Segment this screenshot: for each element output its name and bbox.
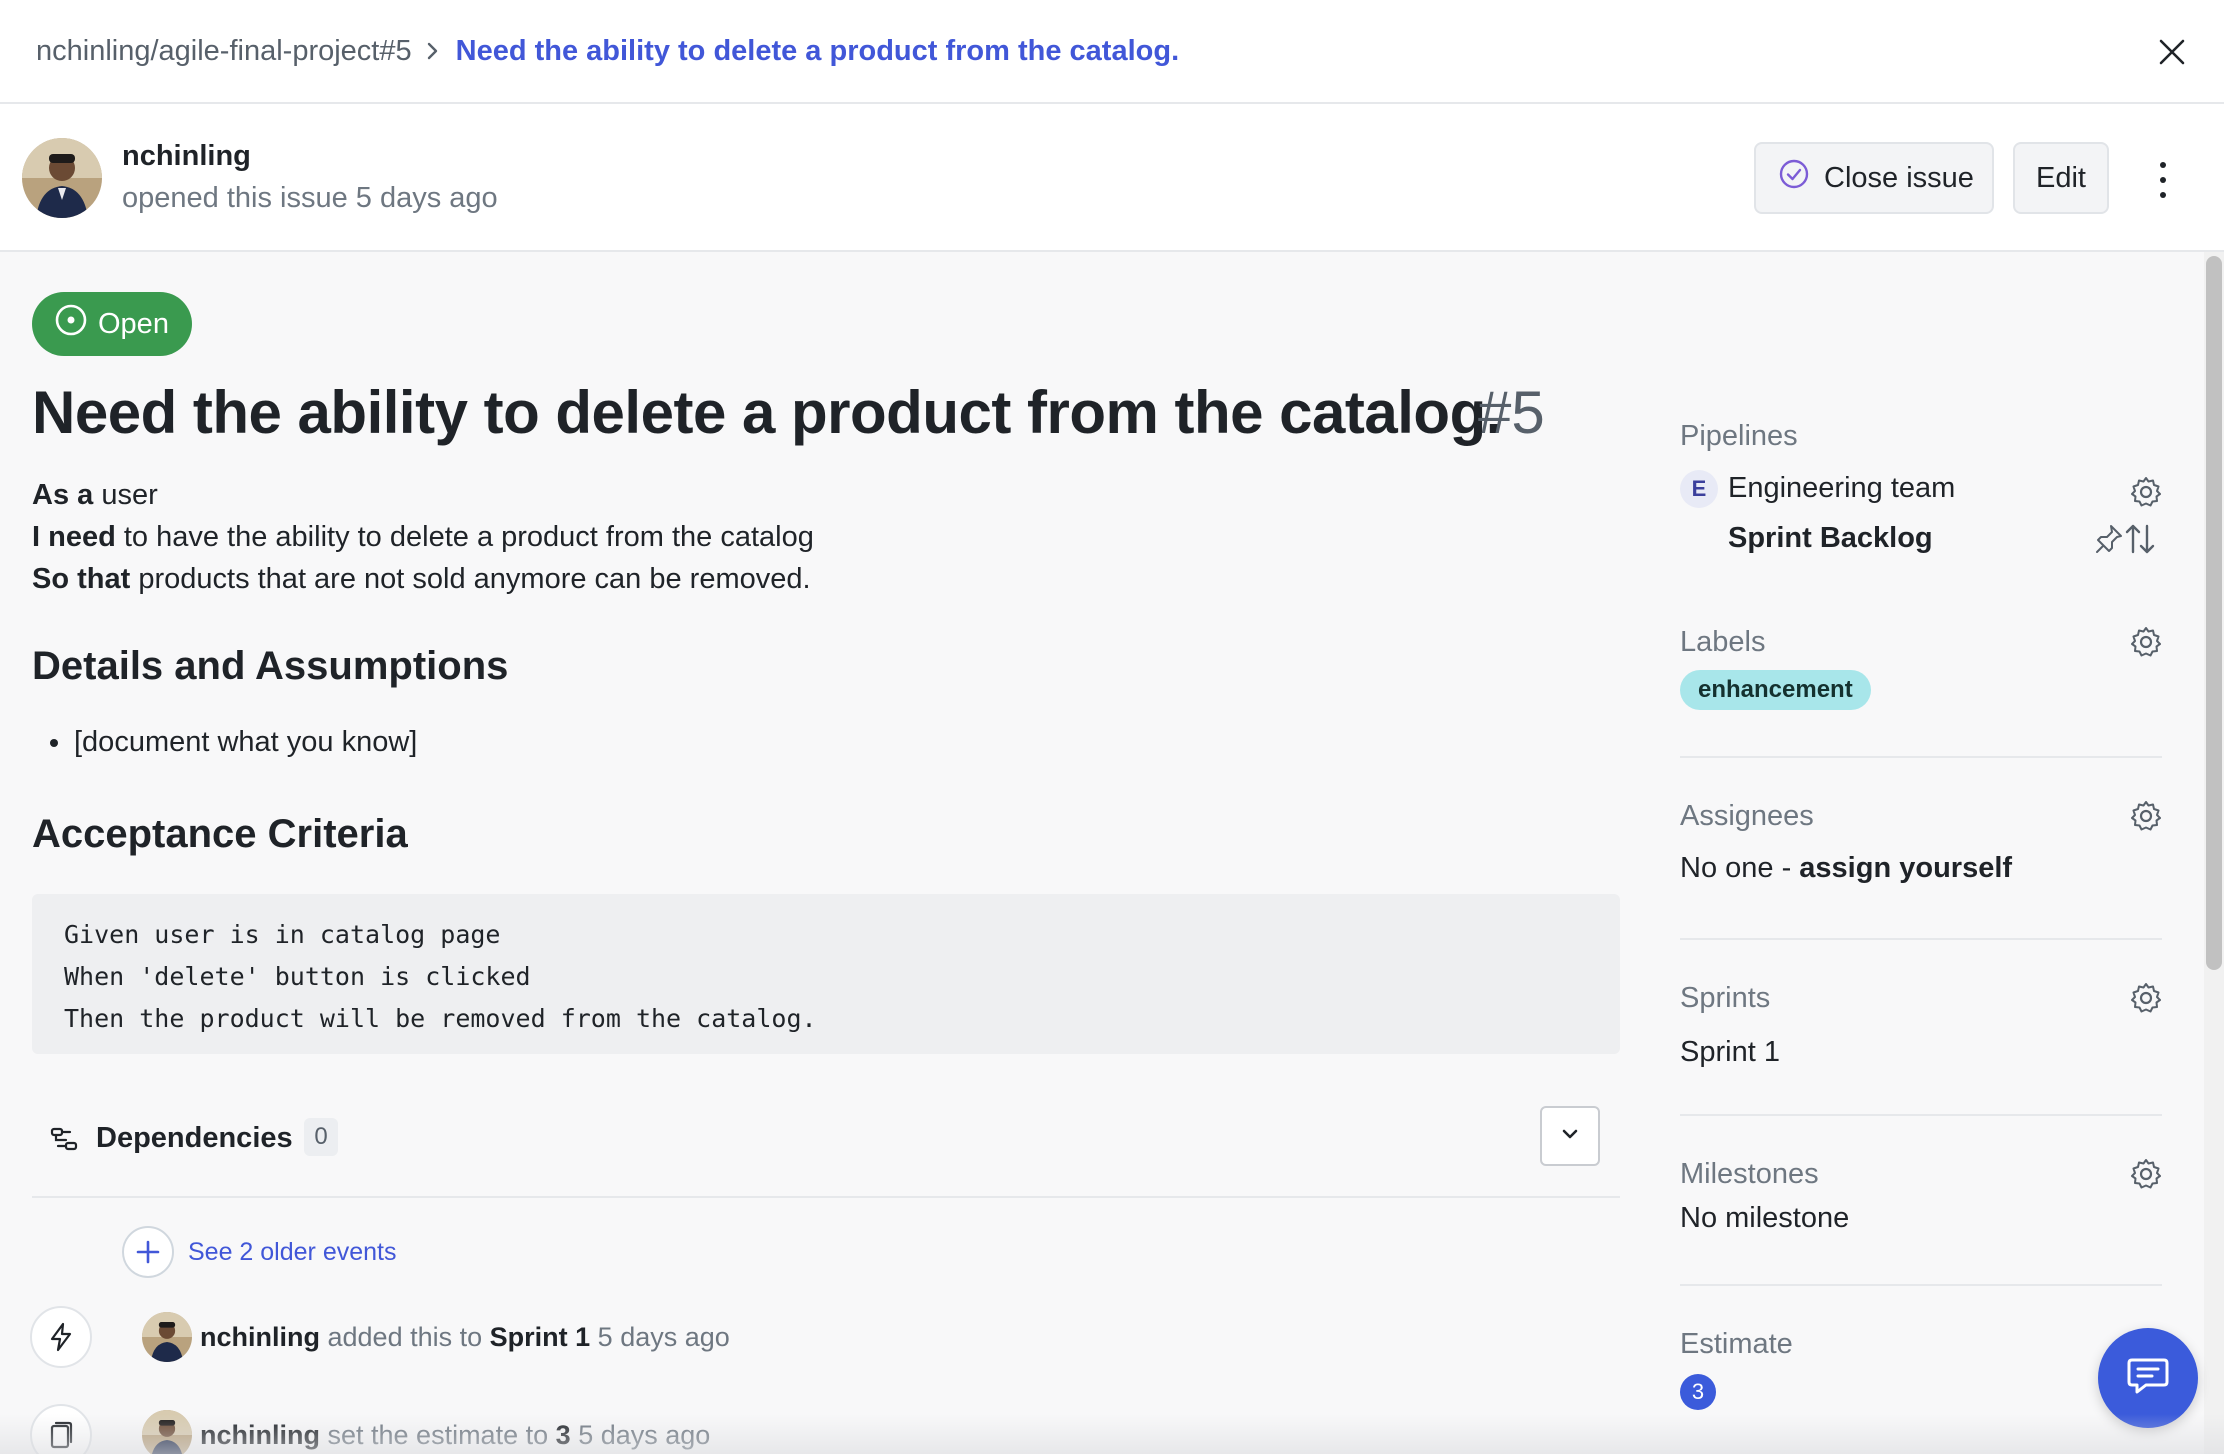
sidebar-divider [1680, 756, 2162, 758]
label-chip[interactable]: enhancement [1680, 670, 1871, 710]
issue-header: nchinling opened this issue 5 days ago C… [0, 104, 2224, 252]
code-line: Given user is in catalog page [64, 920, 501, 949]
milestones-title: Milestones [1680, 1158, 1819, 1190]
breadcrumb-bar: nchinling/agile-final-project#5 Need the… [0, 0, 2224, 104]
pipeline-team[interactable]: Engineering team [1728, 472, 1955, 505]
status-label: Open [98, 307, 169, 340]
opened-timestamp: opened this issue 5 days ago [122, 182, 498, 214]
user-story: As a user I need to have the ability to … [32, 474, 814, 600]
assign-yourself-link[interactable]: assign yourself [1799, 852, 2012, 884]
assignees-title: Assignees [1680, 800, 1814, 832]
dependencies-expand-button[interactable] [1540, 1106, 1600, 1166]
pipeline-stage[interactable]: Sprint Backlog [1728, 522, 1933, 555]
avatar[interactable] [142, 1312, 192, 1362]
details-heading: Details and Assumptions [32, 644, 509, 688]
dependencies-count: 0 [304, 1118, 338, 1156]
code-line: Then the product will be removed from th… [64, 1004, 817, 1033]
sidebar-divider [1680, 1284, 2162, 1286]
status-badge: Open [32, 292, 192, 356]
clipboard-icon [30, 1404, 92, 1454]
kebab-icon[interactable] [2148, 158, 2178, 202]
dependencies-label[interactable]: Dependencies [96, 1122, 293, 1155]
sprint-value[interactable]: Sprint 1 [1680, 1036, 1780, 1069]
lightning-icon [30, 1306, 92, 1368]
close-issue-button[interactable]: Close issue [1754, 142, 1994, 214]
estimate-badge[interactable]: 3 [1680, 1374, 1716, 1410]
bullet-dot [50, 738, 58, 747]
chat-icon [2126, 1355, 2170, 1402]
story-line: As a user [32, 479, 158, 511]
milestone-value: No milestone [1680, 1202, 1850, 1234]
labels-title: Labels [1680, 626, 1766, 658]
see-older-events-label: See 2 older events [188, 1237, 397, 1266]
issue-sidebar: Pipelines E Engineering team Sprint Back… [1680, 252, 2162, 1454]
story-line: I need to have the ability to delete a p… [32, 521, 814, 553]
chevron-down-icon [1561, 1127, 1579, 1145]
dependencies-section: Dependencies 0 [32, 1106, 1620, 1198]
issue-content: Open Need the ability to delete a produc… [0, 252, 2224, 1454]
event-text: nchinling added this to Sprint 1 5 days … [200, 1321, 730, 1352]
pipeline-workspace-badge: E [1680, 470, 1718, 508]
estimate-title: Estimate [1680, 1328, 1793, 1360]
pipeline-actions[interactable] [2094, 522, 2156, 561]
edit-button[interactable]: Edit [2013, 142, 2109, 214]
avatar[interactable] [22, 138, 102, 218]
gear-icon[interactable] [2128, 980, 2164, 1016]
sprints-title: Sprints [1680, 982, 1771, 1014]
story-line: So that products that are not sold anymo… [32, 563, 811, 595]
chevron-right-icon [426, 41, 440, 61]
timeline-event: nchinling added this to Sprint 1 5 days … [30, 1306, 730, 1368]
acceptance-heading: Acceptance Criteria [32, 812, 408, 856]
avatar[interactable] [142, 1410, 192, 1454]
pin-icon[interactable] [2094, 523, 2124, 560]
author-name[interactable]: nchinling [122, 140, 251, 173]
sidebar-divider [1680, 938, 2162, 940]
gear-icon[interactable] [2128, 474, 2164, 510]
timeline-event: nchinling set the estimate to 3 5 days a… [30, 1404, 710, 1454]
list-item: [document what you know] [50, 726, 417, 759]
gear-icon[interactable] [2128, 624, 2164, 660]
breadcrumb-repo-link[interactable]: nchinling/agile-final-project#5 [36, 35, 412, 68]
issue-number: #5 [1478, 379, 1545, 446]
check-circle-icon [1778, 158, 1810, 198]
see-older-events-button[interactable]: See 2 older events [122, 1226, 396, 1278]
open-issue-icon [54, 303, 88, 345]
plus-icon [122, 1226, 174, 1278]
acceptance-code-block: Given user is in catalog page When 'dele… [32, 894, 1620, 1054]
pipelines-title: Pipelines [1680, 420, 1798, 452]
page-title: Need the ability to delete a product fro… [32, 379, 1502, 446]
gear-icon[interactable] [2128, 1156, 2164, 1192]
gear-icon[interactable] [2128, 798, 2164, 834]
list-item-text: [document what you know] [74, 726, 418, 758]
breadcrumb-issue-title[interactable]: Need the ability to delete a product fro… [456, 35, 1180, 68]
code-line: When 'delete' button is clicked [64, 962, 531, 991]
event-text: nchinling set the estimate to 3 5 days a… [200, 1419, 711, 1450]
chat-button[interactable] [2098, 1328, 2198, 1428]
scrollbar-thumb[interactable] [2206, 256, 2222, 970]
close-issue-label: Close issue [1824, 161, 1974, 194]
sort-arrows-icon[interactable] [2124, 522, 2156, 561]
assignees-value: No one - assign yourself [1680, 852, 2013, 884]
sidebar-divider [1680, 1114, 2162, 1116]
dependencies-icon [50, 1126, 78, 1157]
close-icon[interactable] [2150, 30, 2194, 74]
